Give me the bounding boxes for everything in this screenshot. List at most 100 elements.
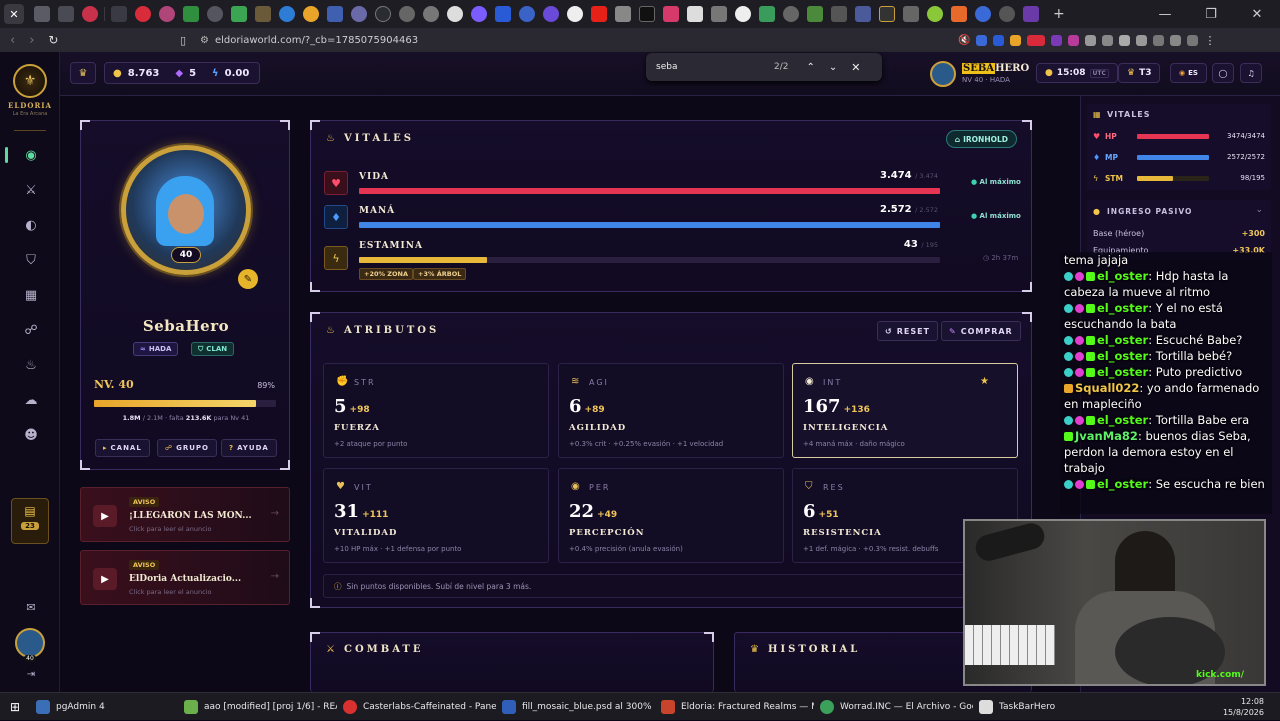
tab-favicon[interactable]	[255, 6, 271, 22]
tab-favicon[interactable]	[231, 6, 247, 22]
extension-icon[interactable]	[976, 34, 988, 46]
taskbar-item[interactable]: pgAdmin 4	[30, 693, 178, 721]
language-selector[interactable]: ◉ ES	[1170, 63, 1207, 83]
tab-favicon[interactable]	[927, 6, 943, 22]
forward-icon[interactable]: ›	[29, 33, 34, 48]
tab-favicon[interactable]	[135, 6, 151, 22]
player-avatar[interactable]	[930, 61, 956, 87]
sidepanel-icon[interactable]	[1119, 34, 1131, 46]
player-name[interactable]: SEBAHERO	[962, 63, 1029, 74]
chat-username[interactable]: el_oster	[1097, 349, 1148, 363]
user-plus-icon[interactable]: ☻	[20, 424, 42, 446]
tab-favicon[interactable]	[471, 6, 487, 22]
tab-favicon[interactable]	[759, 6, 775, 22]
tab-favicon[interactable]	[783, 6, 799, 22]
sidebar-avatar[interactable]: 40	[15, 628, 45, 662]
chat-username[interactable]: el_oster	[1097, 413, 1148, 427]
canal-button[interactable]: ▸ CANAL	[95, 439, 150, 457]
eldoria-logo[interactable]: ⚜	[13, 64, 47, 98]
tab-favicon[interactable]	[951, 6, 967, 22]
menu-icon[interactable]: ⋮	[1204, 34, 1215, 47]
attr-card-vit[interactable]: ♥ VIT 31 +111 VITALIDAD +10 HP máx · +1 d…	[323, 468, 549, 563]
buy-button[interactable]: ✎ COMPRAR	[941, 321, 1021, 341]
swords-icon[interactable]: ⚔	[20, 179, 42, 201]
extension-icon[interactable]	[1153, 34, 1165, 46]
users-icon[interactable]: ☍	[20, 319, 42, 341]
taskbar-item[interactable]: Casterlabs-Caffeinated - Panel de ...	[337, 693, 496, 721]
x-icon[interactable]	[639, 6, 655, 22]
tab-favicon[interactable]	[279, 6, 295, 22]
minimize-button[interactable]: —	[1142, 7, 1188, 22]
extension-icon[interactable]	[1068, 34, 1080, 46]
chat-username[interactable]: el_oster	[1097, 365, 1148, 379]
shop-icon[interactable]: ▦	[20, 284, 42, 306]
tag-clan[interactable]: ⛉ CLAN	[191, 342, 235, 356]
chat-username[interactable]: JvanMa82	[1075, 429, 1138, 443]
github-icon[interactable]	[447, 6, 463, 22]
taskbar-item[interactable]: Worrad.INC — El Archivo - Googl...	[814, 693, 973, 721]
system-clock[interactable]: 12:08 15/8/2026	[1223, 696, 1264, 718]
attr-card-str[interactable]: ✊ STR 5 +98 FUERZA +2 ataque por punto	[323, 363, 549, 458]
find-input[interactable]: seba	[656, 62, 766, 72]
windows-start-icon[interactable]: ⊞	[0, 700, 30, 714]
extension-icon[interactable]	[1051, 34, 1063, 46]
notifications-button[interactable]: ♫	[1240, 63, 1262, 83]
grupo-button[interactable]: ☍ GRUPO	[157, 439, 217, 457]
inventory-button[interactable]: ▤ 23	[11, 498, 49, 544]
chat-icon[interactable]: ☁	[20, 389, 42, 411]
chevron-down-icon[interactable]: ⌄	[1255, 205, 1263, 215]
tab-favicon[interactable]	[903, 6, 919, 22]
logout-icon[interactable]: ⇥	[20, 663, 42, 685]
favorite-star-icon[interactable]: ★	[980, 376, 989, 387]
tab-favicon[interactable]	[519, 6, 535, 22]
google-icon[interactable]	[567, 6, 583, 22]
taskbar-item[interactable]: Eldoria: Fractured Realms — MM...	[655, 693, 814, 721]
passive-income-box[interactable]: ● INGRESO PASIVO ⌄ Base (héroe) +300 Equ…	[1087, 200, 1271, 260]
puzzle-icon[interactable]	[1085, 34, 1097, 46]
tab-favicon[interactable]	[999, 6, 1015, 22]
tab-favicon[interactable]	[399, 6, 415, 22]
ayuda-button[interactable]: ? AYUDA	[221, 439, 277, 457]
notice-card[interactable]: ▶ AVISO ElDoria Actualizacio... Click pa…	[80, 550, 290, 605]
taskbar-item[interactable]: TaskBarHero	[973, 693, 1132, 721]
chat-username[interactable]: Squall022	[1075, 381, 1139, 395]
find-next-icon[interactable]: ⌄	[829, 62, 837, 73]
tab-favicon[interactable]	[807, 6, 823, 22]
tier-badge[interactable]: ♛ T3	[1118, 63, 1161, 83]
tab-favicon[interactable]	[663, 6, 679, 22]
tab-favicon[interactable]	[879, 6, 895, 22]
close-window-button[interactable]: ✕	[1234, 7, 1280, 22]
attr-card-agi[interactable]: ≋ AGI 6 +89 AGILIDAD +0.3% crit · +0.25% …	[558, 363, 784, 458]
extension-icon[interactable]	[1010, 34, 1022, 46]
tab-favicon[interactable]	[34, 6, 50, 22]
tab-favicon[interactable]	[303, 6, 319, 22]
tab-favicon[interactable]	[375, 6, 391, 22]
url-field[interactable]: ⚙ eldoriaworld.com/?_cb=1785075904463	[200, 31, 840, 49]
buff-zone[interactable]: +20% ZONA	[359, 268, 413, 280]
tab-favicon[interactable]	[183, 6, 199, 22]
tab-favicon[interactable]	[615, 6, 631, 22]
extension-icon[interactable]	[1170, 34, 1182, 46]
mail-icon[interactable]: ✉	[20, 596, 42, 618]
extension-icon[interactable]	[993, 34, 1005, 46]
reload-icon[interactable]: ↻	[48, 33, 58, 47]
home-icon[interactable]: ◉	[20, 144, 42, 166]
chat-username[interactable]: el_oster	[1097, 333, 1148, 347]
tab-favicon[interactable]	[855, 6, 871, 22]
chat-username[interactable]: el_oster	[1097, 269, 1148, 283]
new-tab-button[interactable]: +	[1053, 6, 1065, 22]
tab-favicon[interactable]	[831, 6, 847, 22]
notice-card[interactable]: ▶ AVISO ¡LLEGARON LAS MON... Click para …	[80, 487, 290, 542]
extension-icon[interactable]	[1102, 34, 1114, 46]
find-prev-icon[interactable]: ⌃	[806, 62, 814, 73]
extension-icon[interactable]	[1136, 34, 1148, 46]
tab-favicon[interactable]	[543, 6, 559, 22]
messages-button[interactable]: ◯	[1212, 63, 1234, 83]
tab-favicon[interactable]	[495, 6, 511, 22]
google-icon[interactable]	[735, 6, 751, 22]
maximize-button[interactable]: ❐	[1188, 7, 1234, 22]
shield-icon[interactable]: ⛉	[20, 249, 42, 271]
fire-icon[interactable]: ♨	[20, 354, 42, 376]
reset-button[interactable]: ↺ RESET	[877, 321, 939, 341]
taskbar-item[interactable]: aao [modified] [proj 1/6] - REAPE...	[178, 693, 337, 721]
